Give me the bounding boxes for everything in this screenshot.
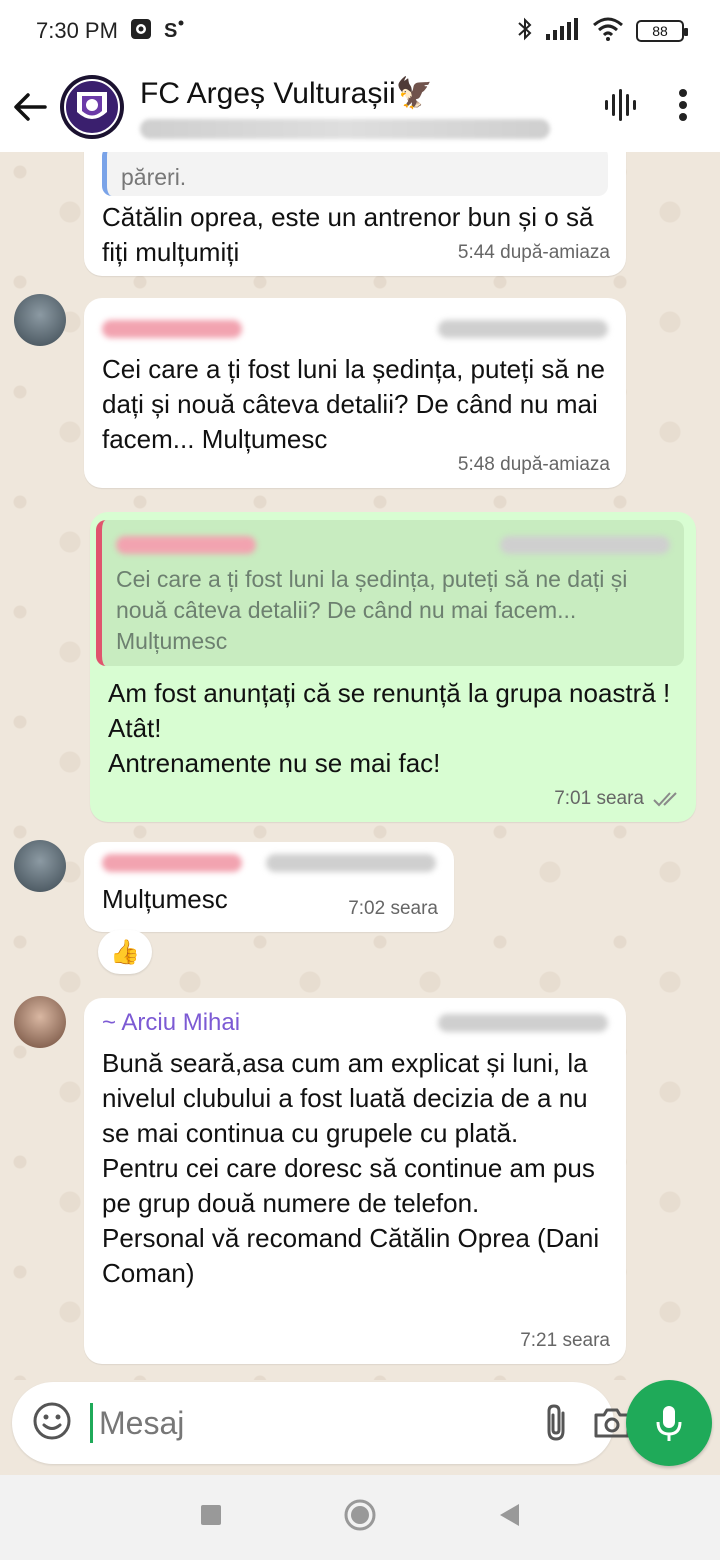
quoted-message[interactable]: Cei care a ți fost luni la ședința, pute…	[96, 520, 684, 666]
message-text: Pentru cei care doresc să continue am pu…	[102, 1153, 595, 1218]
more-options-button[interactable]	[678, 88, 688, 127]
message-bubble[interactable]: păreri. Cătălin oprea, este un antrenor …	[84, 152, 626, 276]
paperclip-icon	[547, 1404, 565, 1441]
message-time: 5:44 după-amiaza	[457, 242, 610, 263]
message-time: 7:21 seara	[520, 1330, 610, 1351]
back-button[interactable]	[0, 62, 60, 152]
message-time: 7:02 seara	[348, 898, 438, 919]
square-icon	[201, 1505, 221, 1525]
quoted-text: Cei care a ți fost luni la ședința, pute…	[116, 566, 628, 654]
message-text: Cei care a ți fost luni la ședința, pute…	[102, 354, 605, 454]
message-bubble-outgoing[interactable]: Cei care a ți fost luni la ședința, pute…	[90, 512, 696, 822]
sender-name[interactable]: ~ Arciu Mihai	[102, 1009, 240, 1037]
message-bubble[interactable]: Cei care a ți fost luni la ședința, pute…	[84, 298, 626, 488]
message-input[interactable]	[90, 1403, 519, 1443]
status-time: 7:30 PM	[36, 18, 118, 43]
more-vert-icon	[679, 88, 687, 121]
message-text: Atât!	[108, 713, 162, 743]
arrow-left-icon	[14, 93, 47, 121]
double-check-icon	[653, 792, 677, 807]
sender-name-blurred	[102, 854, 242, 872]
sender-phone-blurred	[438, 1014, 608, 1032]
voice-chat-button[interactable]	[602, 87, 638, 128]
status-bar: 7:30 PM S 88	[0, 0, 720, 62]
message-bubble[interactable]: Mulțumesc 7:02 seara	[84, 842, 454, 932]
emoji-button[interactable]	[32, 1401, 72, 1446]
group-title: FC Argeș Vulturașii🦅	[140, 76, 433, 110]
message-bubble[interactable]: ~ Arciu Mihai Bună seară,asa cum am expl…	[84, 998, 626, 1364]
message-time: 5:48 după-amiaza	[457, 454, 610, 475]
group-info[interactable]: FC Argeș Vulturașii🦅	[140, 76, 560, 139]
home-button[interactable]	[343, 1498, 377, 1537]
quoted-sender-blurred	[116, 536, 256, 554]
system-nav-bar	[0, 1475, 720, 1560]
notification-app-icon: S	[164, 18, 184, 45]
quoted-phone-blurred	[500, 536, 670, 554]
sender-phone-blurred	[266, 854, 436, 872]
attach-button[interactable]	[543, 1399, 569, 1447]
microphone-icon	[656, 1406, 682, 1441]
back-nav-button[interactable]	[497, 1502, 521, 1533]
chat-area[interactable]: păreri. Cătălin oprea, este un antrenor …	[0, 152, 720, 1380]
bluetooth-icon	[516, 17, 534, 46]
camera-icon	[130, 18, 152, 45]
reaction-badge[interactable]: 👍	[98, 930, 152, 974]
chat-header: FC Argeș Vulturașii🦅	[0, 62, 720, 152]
recents-button[interactable]	[199, 1503, 223, 1532]
avatar[interactable]	[14, 996, 66, 1048]
group-participants-blurred	[140, 118, 550, 139]
avatar[interactable]	[14, 294, 66, 346]
message-time: 7:01 seara	[554, 788, 682, 810]
sender-name-blurred	[102, 320, 242, 338]
group-avatar[interactable]	[60, 75, 124, 139]
message-text: Bună seară,asa cum am explicat și luni, …	[102, 1048, 588, 1148]
emoji-icon	[33, 1402, 71, 1439]
battery-indicator: 88	[636, 20, 688, 42]
quoted-message[interactable]: păreri.	[102, 152, 608, 196]
circle-icon	[344, 1499, 376, 1531]
quoted-text: păreri.	[121, 164, 187, 190]
message-text: Am fost anunțați că se renunță la grupa …	[108, 678, 671, 708]
message-composer	[12, 1382, 630, 1464]
avatar[interactable]	[14, 840, 66, 892]
triangle-back-icon	[500, 1504, 519, 1526]
sender-phone-blurred	[438, 320, 608, 338]
svg-text:S: S	[164, 20, 177, 40]
voice-message-button[interactable]	[626, 1380, 712, 1466]
message-text: Personal vă recomand Cătălin Oprea (Dani…	[102, 1223, 600, 1288]
signal-icon	[546, 17, 580, 45]
audio-wave-icon	[605, 88, 636, 121]
message-text: Antrenamente nu se mai fac!	[108, 748, 441, 778]
wifi-icon	[592, 17, 624, 46]
